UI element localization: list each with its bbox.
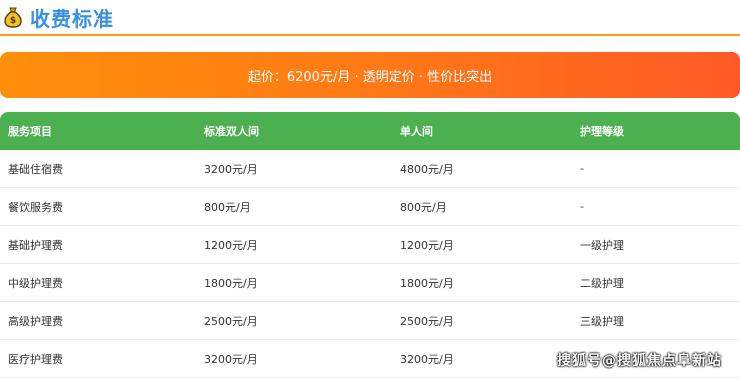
price-banner-text: 起价：6200元/月 · 透明定价 · 性价比突出 <box>247 69 493 85</box>
cell-service: 医疗护理费 <box>8 352 63 366</box>
cell-single-room: 4800元/月 <box>400 162 454 176</box>
cell-care-level: - <box>580 200 584 213</box>
table-row: 餐饮服务费 800元/月 800元/月 - <box>0 188 740 226</box>
cell-service: 餐饮服务费 <box>8 200 63 214</box>
table-row: 中级护理费 1800元/月 1800元/月 二级护理 <box>0 264 740 302</box>
cell-service: 中级护理费 <box>8 276 63 290</box>
cell-double-room: 1200元/月 <box>204 238 258 252</box>
svg-text:$: $ <box>10 16 16 26</box>
column-header-care-level: 护理等级 <box>580 125 624 138</box>
table-row: 基础护理费 1200元/月 1200元/月 一级护理 <box>0 226 740 264</box>
watermark: 搜狐号@搜狐焦点阜新站 <box>557 353 722 369</box>
cell-single-room: 1200元/月 <box>400 238 454 252</box>
cell-care-level: 三级护理 <box>580 314 624 328</box>
column-header-single-room: 单人间 <box>400 125 433 138</box>
cell-service: 基础住宿费 <box>8 162 63 176</box>
cell-single-room: 3200元/月 <box>400 352 454 366</box>
section-header: $ 收费标准 <box>0 0 740 36</box>
price-banner: 起价：6200元/月 · 透明定价 · 性价比突出 <box>0 52 740 98</box>
table-row: 基础住宿费 3200元/月 4800元/月 - <box>0 150 740 188</box>
page: $ 收费标准 起价：6200元/月 · 透明定价 · 性价比突出 服务项目 标准… <box>0 0 740 378</box>
section-title: 收费标准 <box>30 6 114 31</box>
cell-care-level: 二级护理 <box>580 276 624 290</box>
cell-double-room: 2500元/月 <box>204 314 258 328</box>
column-header-service: 服务项目 <box>8 125 52 138</box>
cell-single-room: 800元/月 <box>400 200 447 214</box>
cell-double-room: 3200元/月 <box>204 162 258 176</box>
fee-table: 服务项目 标准双人间 单人间 护理等级 基础住宿费 3200元/月 4800元/… <box>0 112 740 378</box>
cell-service: 基础护理费 <box>8 238 63 252</box>
cell-single-room: 1800元/月 <box>400 276 454 290</box>
cell-single-room: 2500元/月 <box>400 314 454 328</box>
money-bag-icon: $ <box>2 6 24 28</box>
cell-care-level: - <box>580 162 584 175</box>
column-header-double-room: 标准双人间 <box>204 125 259 138</box>
cell-service: 高级护理费 <box>8 314 63 328</box>
cell-double-room: 1800元/月 <box>204 276 258 290</box>
table-header-row: 服务项目 标准双人间 单人间 护理等级 <box>0 112 740 150</box>
cell-care-level: 一级护理 <box>580 238 624 252</box>
cell-double-room: 3200元/月 <box>204 352 258 366</box>
cell-double-room: 800元/月 <box>204 200 251 214</box>
table-row: 高级护理费 2500元/月 2500元/月 三级护理 <box>0 302 740 340</box>
